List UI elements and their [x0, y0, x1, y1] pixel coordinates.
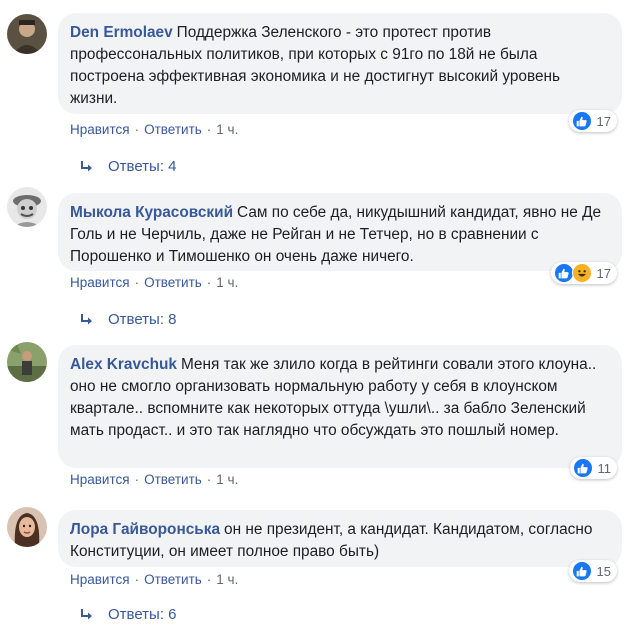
author-name[interactable]: Мыкола Курасовский: [70, 204, 233, 221]
avatar[interactable]: [7, 14, 47, 54]
author-name[interactable]: Den Ermolaev: [70, 24, 173, 41]
reaction-count: 17: [596, 265, 611, 281]
comment-time[interactable]: 1 ч.: [216, 122, 238, 137]
separator-dot: ·: [206, 275, 212, 290]
reactions-summary[interactable]: 15: [568, 560, 617, 582]
separator-dot: ·: [134, 275, 140, 290]
comment-time[interactable]: 1 ч.: [216, 572, 238, 587]
replies-count[interactable]: Ответы: 8: [108, 311, 177, 328]
like-link[interactable]: Нравится: [70, 275, 130, 290]
reaction-count: 17: [596, 113, 611, 129]
separator-dot: ·: [206, 472, 212, 487]
comment-bubble: Лора Гайворонська он не президент, а канд…: [58, 510, 622, 567]
reply-link[interactable]: Ответить: [144, 122, 202, 137]
like-icon: [553, 263, 574, 283]
separator-dot: ·: [206, 572, 212, 587]
comment-time[interactable]: 1 ч.: [216, 275, 238, 290]
like-link[interactable]: Нравится: [70, 122, 130, 137]
comment-actions: Нравится · Ответить · 1 ч.: [70, 472, 238, 487]
reactions-summary[interactable]: 11: [569, 457, 617, 479]
reactions-summary[interactable]: 17: [550, 262, 617, 284]
replies-count[interactable]: Ответы: 4: [108, 158, 177, 175]
like-icon: [571, 561, 592, 581]
haha-icon: [571, 263, 592, 283]
reply-link[interactable]: Ответить: [144, 275, 202, 290]
comment-bubble: Мыкола Курасовский Сам по себе да, никуды…: [58, 193, 622, 271]
avatar[interactable]: [7, 507, 47, 547]
avatar[interactable]: [7, 187, 47, 227]
reaction-count: 15: [596, 563, 611, 579]
comment-actions: Нравится · Ответить · 1 ч.: [70, 122, 238, 137]
view-replies-link[interactable]: Ответы: 6: [80, 606, 177, 623]
like-icon: [571, 111, 592, 131]
reply-link[interactable]: Ответить: [144, 472, 202, 487]
comment-time[interactable]: 1 ч.: [216, 472, 238, 487]
comment-bubble: Den Ermolaev Поддержка Зеленского - это п…: [58, 13, 622, 114]
author-name[interactable]: Лора Гайворонська: [70, 521, 220, 538]
separator-dot: ·: [134, 122, 140, 137]
reply-link[interactable]: Ответить: [144, 572, 202, 587]
view-replies-link[interactable]: Ответы: 4: [80, 158, 177, 175]
view-replies-link[interactable]: Ответы: 8: [80, 311, 177, 328]
comment-actions: Нравится · Ответить · 1 ч.: [70, 572, 238, 587]
author-name[interactable]: Alex Kravchuk: [70, 356, 177, 373]
separator-dot: ·: [134, 572, 140, 587]
comment-actions: Нравится · Ответить · 1 ч.: [70, 275, 238, 290]
like-link[interactable]: Нравится: [70, 572, 130, 587]
reaction-count: 11: [597, 460, 612, 476]
comment-bubble: Alex Kravchuk Меня так же злило когда в р…: [58, 345, 622, 468]
reply-arrow-icon: [80, 160, 94, 173]
replies-count[interactable]: Ответы: 6: [108, 606, 177, 623]
reply-arrow-icon: [80, 313, 94, 326]
like-link[interactable]: Нравится: [70, 472, 130, 487]
avatar[interactable]: [7, 342, 47, 382]
reactions-summary[interactable]: 17: [568, 110, 617, 132]
like-icon: [572, 458, 593, 478]
separator-dot: ·: [134, 472, 140, 487]
separator-dot: ·: [206, 122, 212, 137]
reply-arrow-icon: [80, 608, 94, 621]
